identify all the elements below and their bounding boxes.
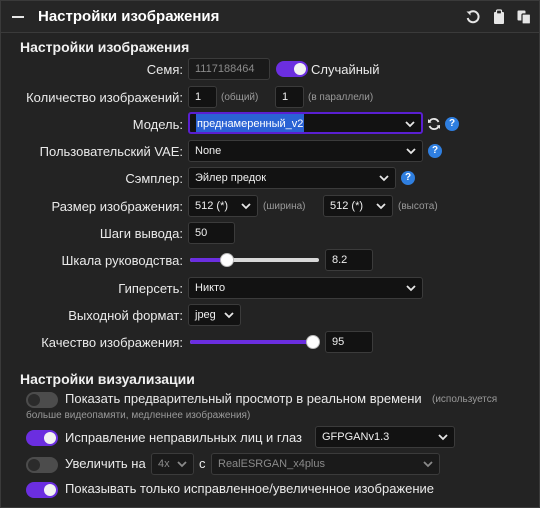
- panel-title: Настройки изображения: [38, 8, 220, 25]
- seed-label: Семя:: [146, 62, 183, 77]
- show-only-corrected-label: Показывать только исправленное/увеличенн…: [65, 481, 435, 496]
- num-images-total-input[interactable]: 1: [188, 86, 217, 108]
- chevron-down-icon: [379, 175, 389, 182]
- guidance-slider[interactable]: [190, 253, 319, 267]
- output-format-select[interactable]: jpeg: [188, 304, 241, 326]
- refresh-models-icon[interactable]: [427, 117, 441, 131]
- sampler-select-value: Эйлер предок: [195, 172, 267, 184]
- chevron-down-icon: [376, 203, 386, 210]
- hypernetwork-select[interactable]: Никто: [188, 277, 423, 299]
- image-settings-panel: Настройки изображения Настройки изображе…: [0, 0, 540, 508]
- live-preview-note: (используется: [432, 394, 498, 405]
- quality-slider-thumb[interactable]: [306, 335, 320, 349]
- output-format-select-value: jpeg: [195, 309, 216, 321]
- num-images-parallel-input[interactable]: 1: [275, 86, 304, 108]
- guidance-input[interactable]: 8.2: [325, 249, 373, 271]
- height-select-value: 512 (*): [330, 200, 364, 212]
- upscale-with-label: с: [199, 456, 206, 471]
- upscale-factor-select[interactable]: 4x: [151, 453, 194, 475]
- quality-slider[interactable]: [190, 335, 320, 349]
- panel-header[interactable]: Настройки изображения: [1, 1, 539, 33]
- chevron-down-icon: [423, 461, 433, 468]
- fix-faces-toggle[interactable]: [26, 430, 58, 446]
- live-preview-label: Показать предварительный просмотр в реал…: [65, 391, 422, 406]
- live-preview-note-line2: больше видеопамяти, медленнее изображени…: [26, 410, 251, 421]
- show-only-corrected-toggle[interactable]: [26, 482, 58, 498]
- steps-input[interactable]: 50: [188, 222, 235, 244]
- quality-label: Качество изображения:: [41, 335, 183, 350]
- chevron-down-icon: [177, 461, 187, 468]
- chevron-down-icon: [241, 203, 251, 210]
- chevron-down-icon: [405, 121, 415, 128]
- model-info-icon[interactable]: ?: [445, 117, 459, 131]
- guidance-slider-thumb[interactable]: [220, 253, 234, 267]
- chevron-down-icon: [438, 434, 448, 441]
- width-select-value: 512 (*): [195, 200, 229, 212]
- num-images-label: Количество изображений:: [26, 90, 183, 105]
- face-model-select-value: GFPGANv1.3: [322, 431, 390, 443]
- vae-select[interactable]: None: [188, 140, 423, 162]
- guidance-label: Шкала руководства:: [61, 253, 183, 268]
- vae-info-icon[interactable]: ?: [428, 144, 442, 158]
- copy-icon[interactable]: [516, 9, 532, 25]
- reset-icon[interactable]: [465, 9, 481, 25]
- image-size-label: Размер изображения:: [51, 199, 183, 214]
- height-select[interactable]: 512 (*): [323, 195, 393, 217]
- sampler-label: Сэмплер:: [125, 171, 183, 186]
- chevron-down-icon: [224, 312, 234, 319]
- chevron-down-icon: [406, 148, 416, 155]
- random-seed-toggle[interactable]: [276, 61, 308, 77]
- collapse-icon[interactable]: [12, 16, 24, 18]
- upscale-model-select[interactable]: RealESRGAN_x4plus: [211, 453, 440, 475]
- face-model-select[interactable]: GFPGANv1.3: [315, 426, 455, 448]
- hypernetwork-select-value: Никто: [195, 282, 226, 294]
- random-seed-label: Случайный: [311, 62, 380, 77]
- vae-select-value: None: [195, 145, 222, 157]
- num-images-parallel-hint: (в параллели): [308, 92, 374, 103]
- clipboard-icon[interactable]: [491, 9, 507, 25]
- upscale-label: Увеличить на: [65, 456, 146, 471]
- num-images-total-hint: (общий): [221, 92, 259, 103]
- sampler-select[interactable]: Эйлер предок: [188, 167, 396, 189]
- live-preview-toggle[interactable]: [26, 392, 58, 408]
- upscale-factor-select-value: 4x: [158, 458, 170, 470]
- model-select-value: преднамеренный_v2: [196, 114, 305, 132]
- height-hint: (высота): [398, 201, 438, 212]
- fix-faces-label: Исправление неправильных лиц и глаз: [65, 430, 302, 445]
- seed-input[interactable]: 1117188464: [188, 58, 270, 80]
- upscale-toggle[interactable]: [26, 457, 58, 473]
- hypernetwork-label: Гиперсеть:: [118, 281, 183, 296]
- model-label: Модель:: [132, 117, 183, 132]
- chevron-down-icon: [406, 285, 416, 292]
- width-select[interactable]: 512 (*): [188, 195, 258, 217]
- render-settings-heading: Настройки визуализации: [20, 371, 195, 387]
- width-hint: (ширина): [263, 201, 306, 212]
- steps-label: Шаги вывода:: [99, 226, 183, 241]
- sampler-info-icon[interactable]: ?: [401, 171, 415, 185]
- model-select[interactable]: преднамеренный_v2: [188, 112, 423, 134]
- quality-input[interactable]: 95: [325, 331, 373, 353]
- output-format-label: Выходной формат:: [68, 308, 183, 323]
- upscale-model-select-value: RealESRGAN_x4plus: [218, 458, 325, 470]
- image-settings-heading: Настройки изображения: [20, 39, 190, 55]
- vae-label: Пользовательский VAE:: [39, 144, 183, 159]
